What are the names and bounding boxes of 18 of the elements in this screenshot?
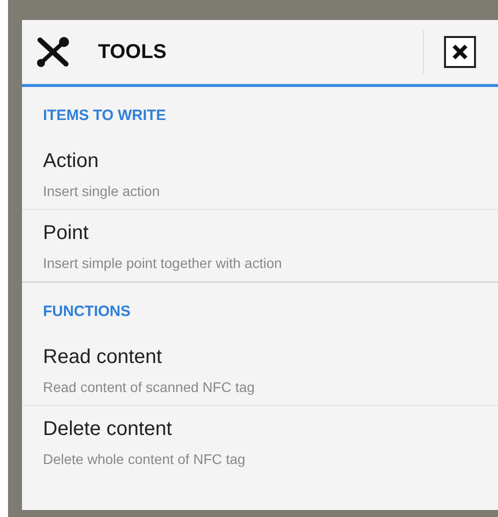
item-description: Read content of scanned NFC tag <box>43 379 256 395</box>
item-label: Delete content <box>43 418 173 441</box>
dialog-title: TOOLS <box>98 40 168 64</box>
item-label: Read content <box>43 346 163 369</box>
section-heading: FUNCTIONS <box>42 302 132 322</box>
item-label: Point <box>43 222 90 245</box>
item-description: Delete whole content of NFC tag <box>43 451 246 467</box>
close-icon <box>452 44 468 60</box>
item-label: Action <box>43 150 100 173</box>
item-description: Insert single action <box>43 183 161 199</box>
menu-item[interactable]: Delete content Delete whole content of NFC tag <box>22 406 498 477</box>
menu-item[interactable]: Read content Read content of scanned NFC tag <box>22 334 498 406</box>
close-button[interactable] <box>444 36 476 68</box>
tools-icon <box>36 37 70 67</box>
menu-item[interactable]: Point Insert simple point together with action <box>22 210 498 281</box>
section-heading: ITEMS TO WRITE <box>42 106 168 126</box>
item-description: Insert simple point together with action <box>43 255 283 271</box>
menu-item[interactable]: Action Insert single action <box>22 138 498 210</box>
